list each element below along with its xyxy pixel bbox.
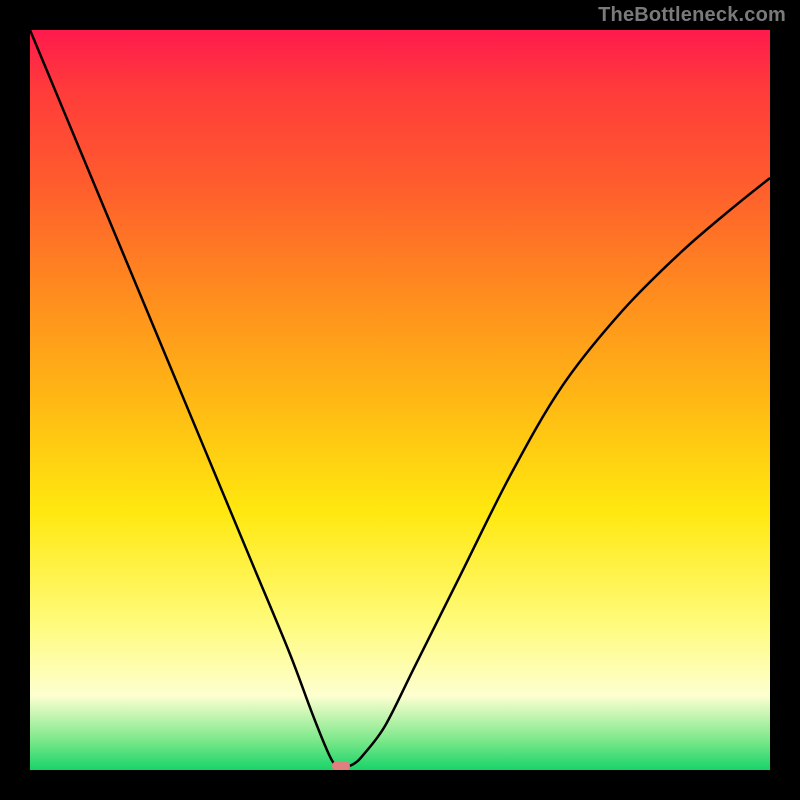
curve-svg <box>30 30 770 770</box>
chart-frame: TheBottleneck.com <box>0 0 800 800</box>
bottleneck-curve <box>30 30 770 767</box>
optimal-point-marker <box>332 761 350 770</box>
plot-area <box>30 30 770 770</box>
watermark-text: TheBottleneck.com <box>598 4 786 27</box>
